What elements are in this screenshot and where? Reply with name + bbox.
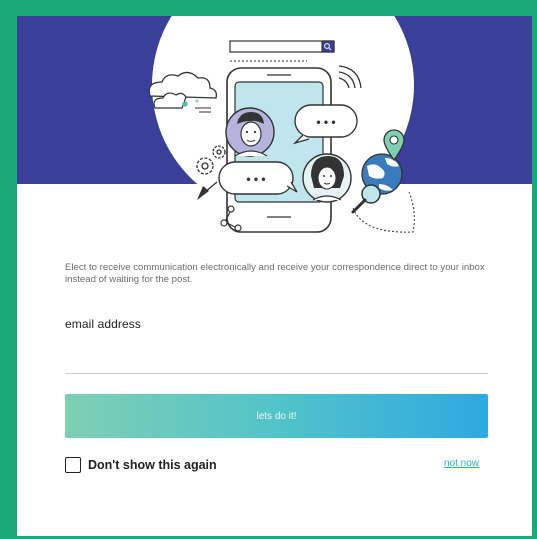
chat-bubble-text: • • • [246, 172, 265, 186]
not-now-link[interactable]: not now [444, 458, 479, 469]
chat-bubble-icon: • • • [218, 161, 298, 195]
avatar-man-icon [225, 107, 275, 157]
search-bar-icon [229, 40, 335, 62]
dont-show-again-checkbox[interactable] [65, 457, 81, 473]
dialog-content: Elect to receive communication electroni… [65, 262, 490, 286]
chat-bubble-icon: • • • [292, 104, 358, 145]
avatar-woman-icon [302, 153, 352, 203]
dont-show-again-option[interactable]: Don't show this again [65, 457, 217, 473]
communication-illustration: • • • • • • [148, 40, 415, 233]
opt-in-dialog: • • • • • • Elect to receive communicati… [17, 16, 532, 536]
wifi-signal-icon [338, 65, 362, 89]
cursor-arrow-icon [197, 181, 218, 200]
chat-bubble-text: • • • [316, 115, 335, 129]
dont-show-again-label: Don't show this again [88, 458, 217, 472]
magnifier-icon [351, 184, 381, 214]
opt-in-description: Elect to receive communication electroni… [65, 262, 485, 285]
email-field[interactable] [65, 336, 488, 374]
modal-outer-frame: • • • • • • Elect to receive communicati… [0, 0, 537, 539]
lets-do-it-button[interactable]: lets do it! [65, 394, 488, 438]
location-pin-icon [383, 129, 405, 162]
cloud-icon [148, 71, 218, 113]
email-label: email address [65, 317, 142, 331]
